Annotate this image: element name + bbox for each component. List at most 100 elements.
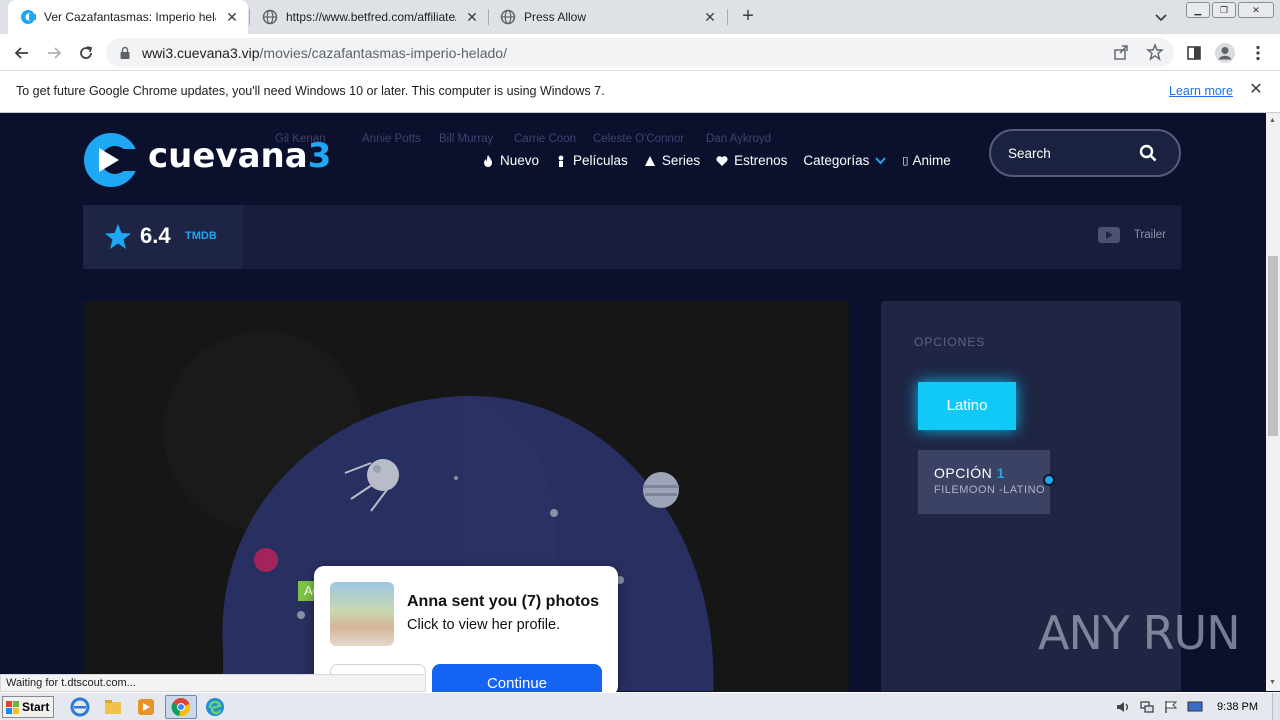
tab-betfred[interactable]: https://www.betfred.com/affiliate/b ✕ <box>250 0 488 34</box>
close-tab-icon[interactable]: ✕ <box>464 9 480 25</box>
start-button[interactable]: Start <box>2 696 54 718</box>
cast-link[interactable]: Celeste O'Connor <box>593 133 684 145</box>
profile-button[interactable] <box>1213 41 1237 65</box>
search-icon <box>1139 144 1157 162</box>
lock-icon <box>120 46 130 59</box>
tab-separator <box>727 9 728 25</box>
browser-toolbar: wwi3.cuevana3.vip/movies/cazafantasmas-i… <box>0 34 1280 71</box>
nav-categorias[interactable]: Categorías <box>803 153 887 168</box>
windows-taskbar: Start 9:38 PM <box>0 692 1280 720</box>
triangle-icon <box>644 155 655 166</box>
cuevana-logo[interactable]: cuevana3 <box>83 131 332 189</box>
edge-icon[interactable] <box>205 697 225 717</box>
side-panel-icon <box>1187 46 1201 60</box>
internet-explorer-icon[interactable] <box>70 697 90 717</box>
ad-subline: Click to view her profile. <box>407 617 561 633</box>
youtube-icon <box>1097 227 1120 243</box>
side-panel-button[interactable] <box>1182 41 1206 65</box>
language-latino-button[interactable]: Latino <box>918 382 1016 430</box>
cast-link[interactable]: Carrie Coon <box>514 133 576 145</box>
rating-box: 6.4 TMDB <box>83 205 243 269</box>
web-page: Gil Kenan Annie Potts Bill Murray Carrie… <box>0 113 1266 691</box>
close-tab-icon[interactable]: ✕ <box>224 9 240 25</box>
taskbar-clock[interactable]: 9:38 PM <box>1217 701 1258 713</box>
volume-icon[interactable] <box>1115 700 1131 714</box>
show-desktop-button[interactable] <box>1272 693 1280 720</box>
option-1-button[interactable]: OPCIÓN 1 FILEMOON -LATINO <box>918 450 1055 514</box>
tab-strip: Ver Cazafantasmas: Imperio helado ✕ http… <box>0 0 1280 34</box>
rating-bar: 6.4 TMDB Trailer <box>83 205 1181 269</box>
nav-series[interactable]: Series <box>644 153 700 168</box>
infobar-message: To get future Google Chrome updates, you… <box>16 84 605 98</box>
search-box[interactable]: Search <box>989 129 1181 177</box>
monitor-icon[interactable] <box>1187 700 1203 714</box>
reload-icon <box>80 46 93 59</box>
avatar-icon <box>1215 43 1235 63</box>
person-icon <box>558 155 564 167</box>
close-infobar-icon[interactable]: ✕ <box>1248 82 1264 98</box>
cast-link[interactable]: Bill Murray <box>439 133 493 145</box>
chrome-icon[interactable] <box>171 697 191 717</box>
action-center-flag-icon[interactable] <box>1163 700 1179 714</box>
fire-icon <box>484 154 492 167</box>
close-window-button[interactable]: ✕ <box>1238 2 1274 18</box>
new-tab-button[interactable]: + <box>736 5 760 29</box>
tab-title: https://www.betfred.com/affiliate/b <box>286 10 456 24</box>
omnibox-actions <box>1112 43 1164 61</box>
tab-search-chevron-icon[interactable] <box>1152 8 1170 26</box>
box-icon: ▯ <box>902 155 909 167</box>
cast-link[interactable]: Annie Potts <box>362 133 421 145</box>
tab-title: Ver Cazafantasmas: Imperio helado <box>44 10 216 24</box>
globe-icon <box>262 9 278 25</box>
anyrun-watermark: ANY RUN <box>1038 606 1241 660</box>
globe-icon <box>500 9 516 25</box>
trailer-button[interactable]: Trailer <box>1097 227 1166 243</box>
chrome-menu-button[interactable] <box>1246 41 1270 65</box>
cast-link[interactable]: Dan Aykroyd <box>706 133 771 145</box>
network-icon[interactable] <box>1139 700 1155 714</box>
reload-button[interactable] <box>74 41 98 65</box>
learn-more-link[interactable]: Learn more <box>1169 84 1233 98</box>
option-server: FILEMOON -LATINO <box>934 484 1046 496</box>
ad-photo[interactable] <box>330 582 394 646</box>
main-nav: Nuevo Películas Series Estrenos Categorí… <box>482 153 967 168</box>
options-heading: OPCIONES <box>914 335 986 349</box>
more-vert-icon <box>1256 45 1260 61</box>
nav-anime[interactable]: ▯ Anime <box>902 153 950 168</box>
search-input[interactable]: Search <box>1008 146 1051 161</box>
tab-title: Press Allow <box>524 10 587 24</box>
update-infobar: To get future Google Chrome updates, you… <box>0 71 1280 113</box>
rating-source: TMDB <box>185 230 217 242</box>
nav-peliculas[interactable]: Películas <box>555 153 628 168</box>
tab-press-allow[interactable]: Press Allow ✕ <box>488 0 726 34</box>
heart-icon <box>716 155 728 166</box>
close-tab-icon[interactable]: ✕ <box>702 9 718 25</box>
media-player-icon[interactable] <box>136 697 156 717</box>
scrollbar-thumb[interactable] <box>1268 256 1278 436</box>
system-tray: 9:38 PM <box>1107 693 1280 720</box>
share-icon[interactable] <box>1112 43 1130 61</box>
address-bar[interactable]: wwi3.cuevana3.vip/movies/cazafantasmas-i… <box>106 38 1174 67</box>
option-title: OPCIÓN 1 <box>934 465 1005 481</box>
rating-score: 6.4 <box>140 223 171 248</box>
page-scrollbar[interactable]: ▲ ▼ <box>1266 113 1280 691</box>
star-icon <box>105 224 131 249</box>
nav-nuevo[interactable]: Nuevo <box>482 153 539 168</box>
restore-button[interactable]: ❐ <box>1212 2 1236 18</box>
cuevana-favicon-icon <box>20 9 36 25</box>
minimize-button[interactable]: ▁ <box>1186 2 1210 18</box>
ad-headline: Anna sent you (7) photos <box>407 593 599 610</box>
scroll-down-icon[interactable]: ▼ <box>1269 679 1276 686</box>
chevron-down-icon <box>875 157 887 165</box>
nav-estrenos[interactable]: Estrenos <box>716 153 787 168</box>
back-button[interactable] <box>10 41 34 65</box>
logo-text: cuevana3 <box>148 136 332 176</box>
file-explorer-icon[interactable] <box>103 697 123 717</box>
forward-button[interactable] <box>42 41 66 65</box>
active-dot-icon <box>1043 474 1055 486</box>
status-bubble: Waiting for t.dtscout.com... <box>0 674 426 692</box>
url-text: wwi3.cuevana3.vip/movies/cazafantasmas-i… <box>142 44 507 61</box>
tab-cuevana[interactable]: Ver Cazafantasmas: Imperio helado ✕ <box>8 0 248 34</box>
bookmark-star-icon[interactable] <box>1146 43 1164 61</box>
scroll-up-icon[interactable]: ▲ <box>1269 117 1276 124</box>
